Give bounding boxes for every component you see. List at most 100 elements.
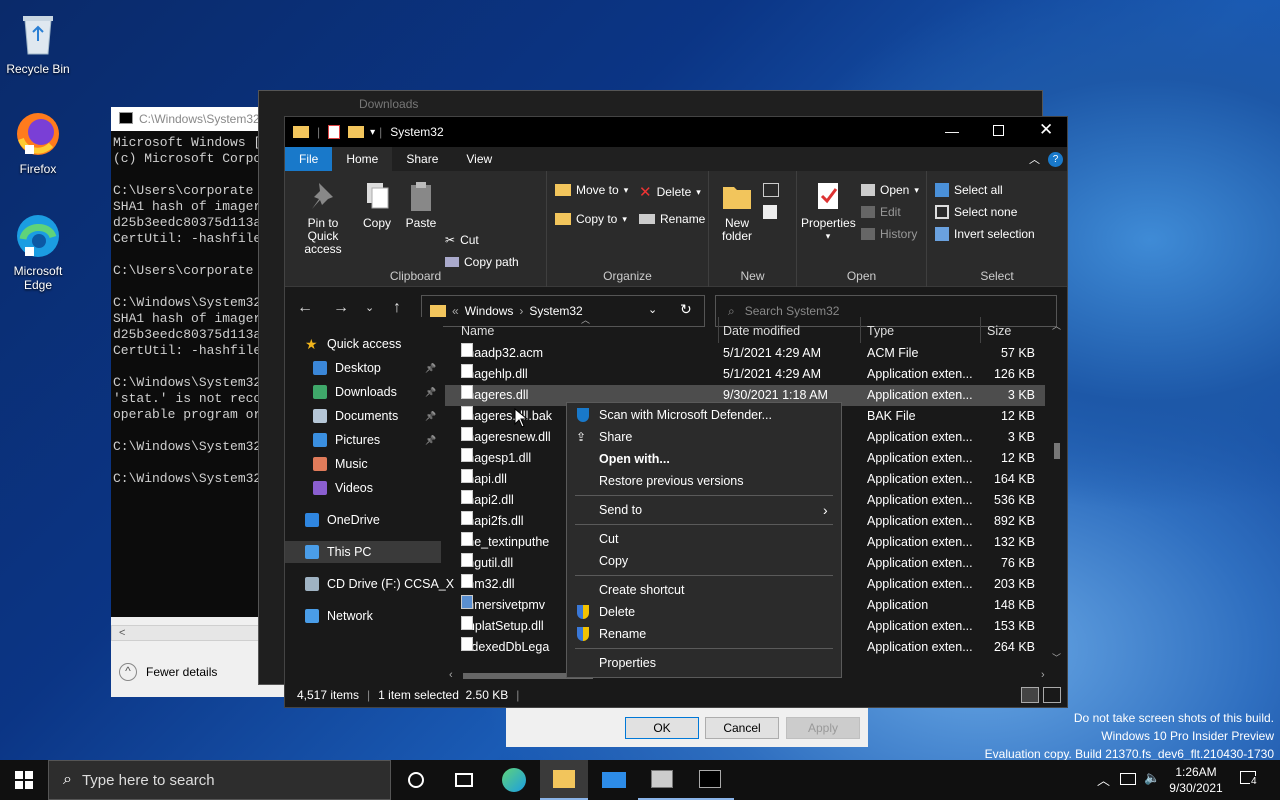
file-row[interactable]: imaadp32.acm 5/1/2021 4:29 AM ACM File 57 K…	[445, 343, 1045, 364]
menu-share[interactable]: ⇪ Share	[567, 426, 841, 448]
tab-home[interactable]: Home	[332, 147, 393, 171]
cortana-button[interactable]	[392, 760, 440, 800]
open-button[interactable]: Open ▾	[861, 183, 919, 197]
large-icons-view-icon[interactable]	[1043, 687, 1061, 703]
copy-to-button[interactable]: Copy to ▾	[555, 212, 627, 226]
properties-button[interactable]: Properties ▾	[801, 179, 856, 243]
nav-item-pictures[interactable]: Pictures 📌	[285, 429, 441, 451]
invert-selection-button[interactable]: Invert selection	[935, 227, 1035, 241]
nav-item-this-pc[interactable]: This PC	[285, 541, 441, 563]
properties-quick-icon[interactable]	[328, 125, 341, 139]
menu-restore-previous-versions[interactable]: Restore previous versions	[567, 470, 841, 492]
menu-open-with[interactable]: Open with...	[567, 448, 841, 470]
maximize-button[interactable]	[993, 125, 1004, 136]
copy-button[interactable]: Copy	[359, 179, 395, 230]
tab-view[interactable]: View	[452, 147, 506, 171]
nav-item-onedrive[interactable]: OneDrive	[285, 509, 441, 531]
explorer-title-bar[interactable]: | ▾ | System32 — ✕	[285, 117, 1067, 147]
nav-item-desktop[interactable]: Desktop 📌	[285, 357, 441, 379]
select-all-button[interactable]: Select all	[935, 183, 1003, 197]
menu-properties[interactable]: Properties	[567, 652, 841, 674]
menu-rename[interactable]: Rename	[567, 623, 841, 645]
menu-send-to[interactable]: Send to ›	[567, 499, 841, 521]
breadcrumb-windows[interactable]: Windows	[465, 304, 514, 318]
horizontal-scrollbar[interactable]	[111, 625, 261, 641]
nav-item-network[interactable]: Network	[285, 605, 441, 627]
taskbar-mail[interactable]	[590, 760, 638, 800]
back-arrow-icon[interactable]: ←	[297, 299, 313, 317]
nav-item-downloads[interactable]: Downloads 📌	[285, 381, 441, 403]
menu-scan-defender[interactable]: Scan with Microsoft Defender...	[567, 404, 841, 426]
pin-quick-access-button[interactable]: Pin to Quick access	[291, 179, 355, 256]
show-hidden-icons-icon[interactable]: ︿	[1097, 770, 1110, 789]
clock[interactable]: 1:26AM 9/30/2021	[1164, 764, 1228, 796]
taskbar-file-explorer[interactable]	[540, 760, 588, 800]
nav-item-videos[interactable]: Videos	[285, 477, 441, 499]
ok-button[interactable]: OK	[625, 717, 699, 739]
scroll-up-arrow-icon[interactable]: ︿	[1052, 319, 1061, 332]
cancel-button[interactable]: Cancel	[705, 717, 779, 739]
scroll-left-arrow-icon[interactable]: <	[119, 627, 125, 639]
tab-file[interactable]: File	[285, 147, 333, 171]
recent-locations-icon[interactable]: ⌄	[365, 301, 374, 314]
new-item-icon[interactable]	[763, 183, 779, 197]
column-type[interactable]: Type	[867, 324, 894, 338]
paste-button[interactable]: Paste	[401, 179, 441, 230]
close-button[interactable]: ✕	[1039, 120, 1053, 140]
nav-item-quick-access[interactable]: ★ Quick access	[285, 333, 441, 355]
taskbar-search-box[interactable]: ⌕ Type here to search	[48, 760, 391, 800]
help-icon[interactable]: ?	[1048, 152, 1063, 167]
fewer-details-link[interactable]: Fewer details	[146, 665, 217, 679]
file-row[interactable]: imagehlp.dll 5/1/2021 4:29 AM Application …	[445, 364, 1045, 385]
desktop-icon-firefox[interactable]: Firefox	[0, 110, 76, 176]
menu-cut[interactable]: Cut	[567, 528, 841, 550]
address-dropdown-icon[interactable]: ⌄	[648, 303, 657, 316]
notification-center-button[interactable]: 4	[1238, 768, 1262, 790]
task-view-button[interactable]	[440, 760, 488, 800]
minimize-button[interactable]: —	[945, 123, 959, 139]
cut-button[interactable]: ✂ Cut	[445, 233, 479, 247]
column-name[interactable]: Name	[461, 324, 494, 338]
history-button[interactable]: History	[861, 227, 917, 241]
taskbar-control-panel[interactable]	[638, 760, 686, 800]
menu-copy[interactable]: Copy	[567, 550, 841, 572]
nav-item-music[interactable]: Music	[285, 453, 441, 475]
scroll-down-arrow-icon[interactable]: ﹀	[1052, 651, 1061, 664]
network-tray-icon[interactable]	[1120, 773, 1136, 785]
column-date-modified[interactable]: Date modified	[723, 324, 800, 338]
rename-button[interactable]: Rename	[639, 212, 705, 226]
delete-button[interactable]: ✕ Delete ▾	[639, 183, 701, 201]
menu-delete[interactable]: Delete	[567, 601, 841, 623]
edit-button[interactable]: Edit	[861, 205, 901, 219]
easy-access-icon[interactable]	[763, 205, 777, 219]
vertical-scrollbar[interactable]: ︿ ﹀	[1051, 317, 1063, 667]
breadcrumb-system32[interactable]: System32	[529, 304, 582, 318]
desktop-icon-edge[interactable]: Microsoft Edge	[0, 212, 76, 292]
new-folder-button[interactable]: New folder	[715, 179, 759, 243]
quick-access-dropdown-icon[interactable]: ▾	[370, 127, 375, 138]
tab-share[interactable]: Share	[392, 147, 452, 171]
apply-button[interactable]: Apply	[786, 717, 860, 739]
copy-path-button[interactable]: Copy path	[445, 255, 519, 269]
nav-item-documents[interactable]: Documents 📌	[285, 405, 441, 427]
collapse-icon[interactable]: ^	[119, 663, 137, 681]
refresh-icon[interactable]: ↻	[680, 301, 692, 318]
select-none-button[interactable]: Select none	[935, 205, 1017, 219]
volume-muted-icon[interactable]: 🔈	[1144, 770, 1160, 786]
scroll-right-arrow-icon[interactable]: ›	[1041, 669, 1045, 681]
up-arrow-icon[interactable]: ↑	[393, 299, 401, 317]
desktop-icon-recycle-bin[interactable]: Recycle Bin	[0, 10, 76, 76]
new-folder-quick-icon[interactable]	[348, 126, 365, 138]
move-to-button[interactable]: Move to ▾	[555, 183, 628, 197]
scroll-left-arrow-icon[interactable]: ‹	[449, 669, 453, 681]
forward-arrow-icon[interactable]: →	[333, 299, 349, 317]
collapse-ribbon-icon[interactable]: ︿	[1029, 151, 1040, 167]
taskbar-command-prompt[interactable]	[686, 760, 734, 800]
menu-create-shortcut[interactable]: Create shortcut	[567, 579, 841, 601]
taskbar-edge[interactable]	[490, 760, 538, 800]
scrollbar-thumb[interactable]	[1054, 443, 1060, 459]
details-view-icon[interactable]	[1021, 687, 1039, 703]
column-size[interactable]: Size	[987, 324, 1011, 338]
start-button[interactable]	[0, 760, 48, 800]
nav-item-cd-drive-f-ccsa-x[interactable]: CD Drive (F:) CCSA_X	[285, 573, 454, 595]
